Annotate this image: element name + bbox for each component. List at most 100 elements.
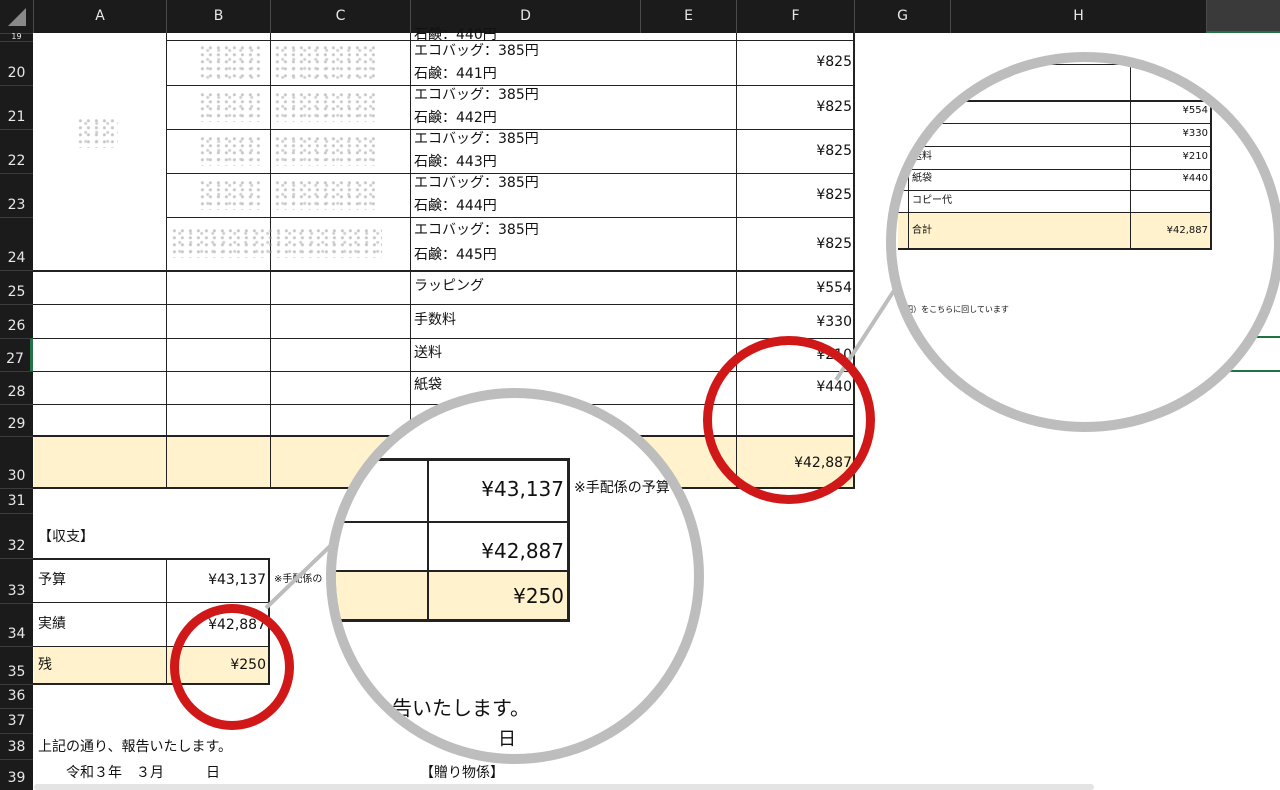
column-header-a[interactable]: A [33,0,166,33]
column-header-e[interactable]: E [640,0,736,33]
row-header-19[interactable]: 19 [0,32,33,41]
budget-label: 予算 [38,572,66,588]
row-header-27[interactable]: 27 [0,338,33,371]
item-bag: エコバッグ：385円 [414,131,539,147]
zoom-total-amount: ¥42,887 [1166,225,1208,236]
redacted-cell [275,180,375,210]
item-soap-partial: 石鹸：440円 [414,27,497,43]
row-header-30[interactable]: 30 [0,436,33,488]
row-header-24[interactable]: 24 [0,217,33,270]
redacted-cell [275,45,375,80]
zoom-budget-note: ※手配係の予算 [574,480,670,496]
zoom-bag-label: グ [918,105,928,116]
row-header-29[interactable]: 29 [0,404,33,436]
row-header-31[interactable]: 31 [0,488,33,513]
balance-title: 【収支】 [38,529,94,545]
redacted-name [78,118,118,148]
zoom-actual-amount: ¥42,887 [481,539,564,563]
report-text: 上記の通り、報告いたします。 [38,739,233,755]
column-header-f[interactable]: F [736,0,854,33]
row-header-21[interactable]: 21 [0,85,33,129]
row-header-25[interactable]: 25 [0,270,33,304]
zoom-paperbag-label: 紙袋 [912,173,932,184]
amount-cell: ¥825 [816,99,852,115]
horizontal-scrollbar[interactable] [34,784,1094,790]
actual-label: 実績 [38,616,66,632]
item-soap: 石鹸：443円 [414,154,497,170]
redacted-cell [275,92,375,122]
row-header-36[interactable]: 36 [0,684,33,708]
row-header-32[interactable]: 32 [0,513,33,558]
grid-line [166,558,167,684]
fee-shipping-label: 送料 [414,345,442,361]
redacted-cell [275,136,375,166]
grid-line [166,33,167,488]
redacted-cell [200,180,260,210]
grid-line [33,270,854,272]
row-header-33[interactable]: 33 [0,558,33,603]
row-header-22[interactable]: 22 [0,129,33,173]
item-bag: エコバッグ：385円 [414,87,539,103]
column-header-b[interactable]: B [166,0,270,33]
grid-line [166,40,854,41]
column-header-g[interactable]: G [854,0,950,33]
grid-line [270,33,271,488]
zoom-note: 7円）をこちらに回しています [900,305,1009,314]
redacted-cell [200,92,260,122]
grid-line [166,129,854,130]
zoom-day-text: 日 [498,729,516,750]
row-header-39[interactable]: 39 [0,759,33,790]
grid-line [33,338,854,339]
row-header-20[interactable]: 20 [0,41,33,85]
zoom-total-label: 合計 [912,225,932,236]
grid-line [166,217,854,218]
item-bag: エコバッグ：385円 [414,43,539,59]
select-all-icon [8,8,26,26]
item-soap: 石鹸：444円 [414,198,497,214]
zoom-fee-amount: ¥330 [1182,128,1208,139]
zoom-report-text: 告いたします。 [392,696,530,720]
column-header-c[interactable]: C [270,0,410,33]
grid-line [33,602,269,603]
fee-wrapping-label: ラッピング [414,278,484,294]
item-bag: エコバッグ：385円 [414,175,539,191]
zoom-shipping-amount: ¥210 [1182,151,1208,162]
fee-paperbag-label: 紙袋 [414,377,442,393]
zoom-fee-label: 料 [916,128,926,139]
column-header-selected[interactable] [1206,0,1280,33]
fee-wrapping-amount: ¥554 [816,280,852,296]
magnifier-right: グ ¥554 料 ¥330 送料 ¥210 紙袋 ¥440 コピー代 合計 ¥4… [886,52,1280,432]
zoom-paperbag-amount: ¥440 [1182,173,1208,184]
budget-amount: ¥43,137 [208,572,266,588]
zoom-shipping-label: 送料 [912,151,932,162]
grid-line [410,33,411,436]
row-header-35[interactable]: 35 [0,646,33,684]
select-all-corner[interactable] [0,0,33,33]
redacted-cell [200,45,260,80]
report-date: 令和３年 ３月 日 [66,765,220,781]
item-soap: 石鹸：442円 [414,110,497,126]
fee-handling-label: 手数料 [414,312,456,328]
row-header-37[interactable]: 37 [0,708,33,733]
item-soap: 石鹸：445円 [414,247,497,263]
zoom-budget-amount: ¥43,137 [481,477,564,501]
remain-label: 残 [38,657,52,673]
fee-handling-amount: ¥330 [816,314,852,330]
row-header-38[interactable]: 38 [0,733,33,759]
row-header-26[interactable]: 26 [0,304,33,338]
grid-line [33,558,269,560]
amount-cell: ¥825 [816,236,852,252]
row-header-28[interactable]: 28 [0,371,33,404]
annotation-circle-total [703,336,875,504]
redacted-cell [172,228,382,258]
column-header-h[interactable]: H [950,0,1206,33]
zoom-remain-amount: ¥250 [513,584,564,608]
row-header-23[interactable]: 23 [0,173,33,217]
sender-label: 【贈り物係】 [420,765,504,781]
annotation-circle-balance [170,604,294,730]
amount-cell: ¥825 [816,54,852,70]
amount-cell: ¥825 [816,143,852,159]
amount-cell: ¥825 [816,187,852,203]
zoom-bag-amount: ¥554 [1182,105,1208,116]
row-header-34[interactable]: 34 [0,603,33,646]
